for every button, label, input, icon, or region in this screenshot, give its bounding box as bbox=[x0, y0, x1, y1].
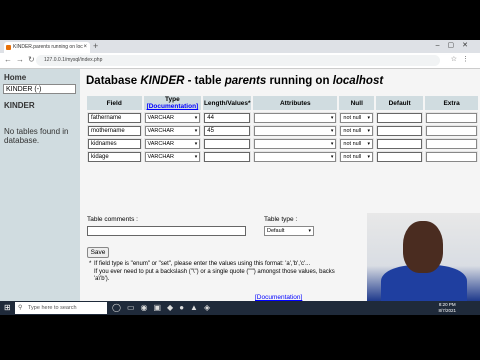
attributes-select[interactable]: ▾ bbox=[254, 112, 337, 123]
dropdown-icon: ▾ bbox=[194, 140, 198, 147]
null-select[interactable]: not null ▾ bbox=[340, 151, 374, 162]
dropdown-icon: ▾ bbox=[367, 140, 371, 147]
left-frame: Home KINDER (-) KINDER No tables found i… bbox=[0, 69, 80, 315]
field-name-input[interactable]: kidage bbox=[88, 151, 141, 162]
dropdown-icon: ▾ bbox=[330, 153, 334, 160]
table-type-label: Table type : bbox=[264, 216, 298, 223]
database-name[interactable]: KINDER bbox=[4, 101, 35, 110]
tab-title: KINDER.parents running on loc bbox=[13, 44, 83, 50]
backslash-hint-example: 'a\'b'). bbox=[94, 276, 110, 282]
null-select[interactable]: not null ▾ bbox=[340, 112, 374, 123]
type-select[interactable]: VARCHAR ▾ bbox=[144, 151, 201, 162]
home-link[interactable]: Home bbox=[4, 73, 26, 82]
documentation-link[interactable]: [Documentation] bbox=[255, 294, 302, 301]
new-tab-button[interactable]: + bbox=[93, 41, 98, 51]
table-row: kidage VARCHAR ▾ ▾ not null ▾ bbox=[87, 151, 478, 162]
null-select[interactable]: not null ▾ bbox=[340, 125, 374, 136]
database-select[interactable]: KINDER (-) bbox=[3, 84, 76, 94]
length-input[interactable]: 44 bbox=[204, 112, 251, 123]
length-input[interactable] bbox=[204, 151, 251, 162]
dropdown-icon: ▾ bbox=[367, 153, 371, 160]
type-documentation-link[interactable]: [Documentation] bbox=[147, 103, 199, 110]
null-header: Null bbox=[339, 96, 375, 110]
extra-header: Extra bbox=[425, 96, 478, 110]
type-header: Type [Documentation] bbox=[143, 96, 202, 110]
url-input[interactable]: 127.0.0.1/mysql/index.php bbox=[36, 55, 440, 66]
dropdown-icon: ▾ bbox=[194, 127, 198, 134]
extra-select[interactable] bbox=[426, 125, 477, 136]
table-row: mothername VARCHAR ▾ 45 ▾ not null ▾ bbox=[87, 125, 478, 136]
windows-start-icon[interactable]: ⊞ bbox=[4, 304, 12, 312]
table-comments-label: Table comments : bbox=[87, 216, 138, 223]
browser-tab[interactable]: KINDER.parents running on loc × bbox=[4, 42, 90, 53]
dropdown-icon: ▾ bbox=[330, 140, 334, 147]
default-header: Default bbox=[376, 96, 424, 110]
attributes-select[interactable]: ▾ bbox=[254, 151, 337, 162]
default-input[interactable] bbox=[377, 138, 423, 149]
dropdown-icon: ▾ bbox=[194, 114, 198, 121]
table-type-select[interactable]: Default ▾ bbox=[264, 226, 314, 236]
dropdown-icon: ▾ bbox=[367, 127, 371, 134]
default-input[interactable] bbox=[377, 112, 423, 123]
extra-select[interactable] bbox=[426, 151, 477, 162]
dropdown-icon: ▾ bbox=[194, 153, 198, 160]
type-select[interactable]: VARCHAR ▾ bbox=[144, 125, 201, 136]
table-comments-input[interactable] bbox=[87, 226, 246, 236]
dropdown-icon: ▾ bbox=[330, 114, 334, 121]
webcam-overlay bbox=[367, 213, 480, 301]
taskbar-clock[interactable]: 8:20 PM 8/7/2021 bbox=[438, 302, 456, 314]
attributes-select[interactable]: ▾ bbox=[254, 125, 337, 136]
close-tab-icon[interactable]: × bbox=[83, 42, 87, 53]
field-name-input[interactable]: mothername bbox=[88, 125, 141, 136]
presenter-head bbox=[403, 221, 443, 273]
extra-select[interactable] bbox=[426, 112, 477, 123]
type-select[interactable]: VARCHAR ▾ bbox=[144, 138, 201, 149]
table-row: kidnames VARCHAR ▾ ▾ not null ▾ bbox=[87, 138, 478, 149]
field-header: Field bbox=[87, 96, 142, 110]
address-bar-row: ←→↻ 127.0.0.1/mysql/index.php ☆⋮ bbox=[0, 53, 480, 69]
null-select[interactable]: not null ▾ bbox=[340, 138, 374, 149]
enum-hint-text: If field type is "enum" or "set", please… bbox=[94, 261, 311, 267]
navigation-icons[interactable]: ←→↻ bbox=[4, 55, 39, 64]
dropdown-icon: ▾ bbox=[308, 228, 311, 234]
backslash-hint-text: If you ever need to put a backslash ("\"… bbox=[94, 269, 335, 275]
attributes-select[interactable]: ▾ bbox=[254, 138, 337, 149]
favicon-icon bbox=[6, 45, 11, 50]
dropdown-icon: ▾ bbox=[330, 127, 334, 134]
footnote-star: * bbox=[89, 261, 92, 267]
browser-toolbar-icons[interactable]: ☆⋮ bbox=[451, 55, 474, 63]
taskbar-search-input[interactable]: ⚲ Type here to search bbox=[15, 302, 107, 314]
length-header: Length/Values* bbox=[203, 96, 252, 110]
fields-table: Field Type [Documentation] Length/Values*… bbox=[85, 94, 480, 164]
window-controls[interactable]: –▢✕ bbox=[436, 41, 476, 49]
field-name-input[interactable]: fathername bbox=[88, 112, 141, 123]
windows-taskbar: ⊞ ⚲ Type here to search ◯▭◉▣◆●▲◈ 8:20 PM… bbox=[0, 301, 480, 315]
browser-tabbar: KINDER.parents running on loc × + –▢✕ bbox=[0, 40, 480, 53]
type-select[interactable]: VARCHAR ▾ bbox=[144, 112, 201, 123]
attributes-header: Attributes bbox=[253, 96, 338, 110]
no-tables-note: No tables found in database. bbox=[4, 127, 69, 145]
save-button[interactable]: Save bbox=[87, 247, 109, 258]
page-title: Database KINDER - table parents running … bbox=[86, 75, 384, 87]
table-row: fathername VARCHAR ▾ 44 ▾ not null ▾ bbox=[87, 112, 478, 123]
default-input[interactable] bbox=[377, 125, 423, 136]
field-name-input[interactable]: kidnames bbox=[88, 138, 141, 149]
length-input[interactable] bbox=[204, 138, 251, 149]
extra-select[interactable] bbox=[426, 138, 477, 149]
length-input[interactable]: 45 bbox=[204, 125, 251, 136]
dropdown-icon: ▾ bbox=[367, 114, 371, 121]
taskbar-app-icons[interactable]: ◯▭◉▣◆●▲◈ bbox=[112, 303, 216, 312]
search-icon: ⚲ bbox=[18, 305, 23, 311]
default-input[interactable] bbox=[377, 151, 423, 162]
